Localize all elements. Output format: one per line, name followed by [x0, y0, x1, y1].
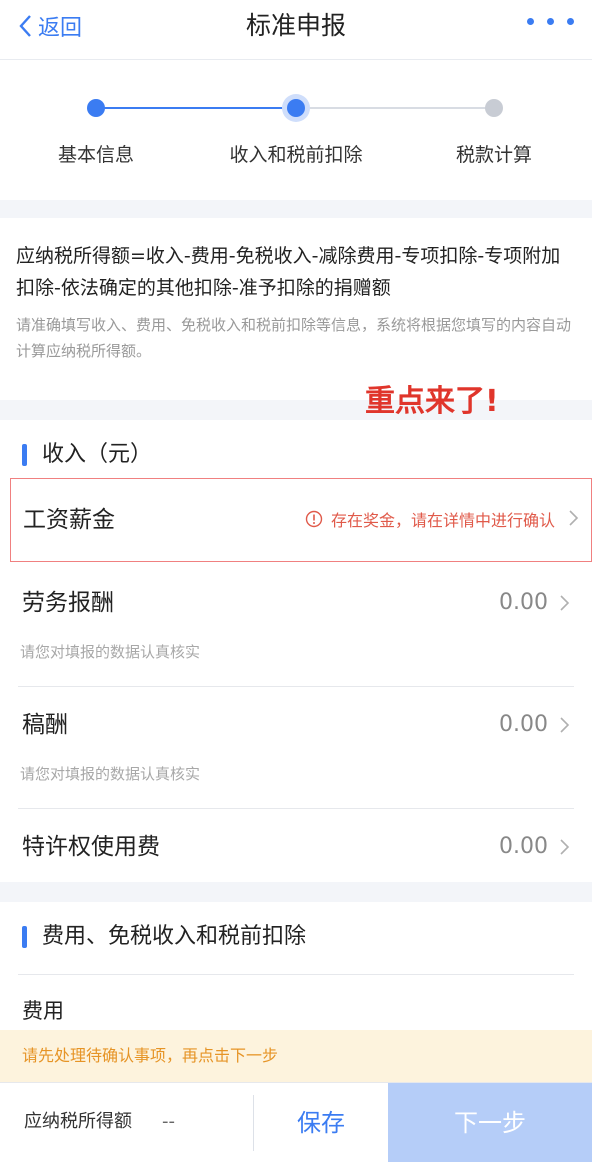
- income-row-labor[interactable]: 劳务报酬 0.00 请您对填报的数据认真核实: [0, 570, 592, 688]
- warning-text: 存在奖金，请在详情中进行确认: [330, 511, 555, 530]
- step-dot-income: [282, 94, 310, 122]
- divider: [18, 686, 574, 687]
- step-label-tax-calc: 税款计算: [455, 144, 533, 166]
- chevron-right-icon: [569, 510, 579, 526]
- pending-notice: 请先处理待确认事项，再点击下一步: [0, 1030, 592, 1082]
- step-dot-basic-info: [87, 99, 105, 117]
- divider: [18, 808, 574, 809]
- deduction-row-expense[interactable]: 费用: [0, 978, 592, 1032]
- bonus-warning: 存在奖金，请在详情中进行确认: [305, 507, 555, 531]
- chevron-right-icon: [560, 595, 570, 611]
- step-label-income: 收入和税前扣除: [229, 144, 363, 166]
- formula-note: 请准确填写收入、费用、免税收入和税前扣除等信息，系统将根据您填写的内容自动计算应…: [16, 316, 572, 360]
- more-menu-icon[interactable]: [527, 18, 574, 25]
- row-title: 特许权使用费: [22, 834, 160, 860]
- save-button[interactable]: 保存: [254, 1083, 388, 1162]
- section-accent-bar: [22, 926, 27, 948]
- progress-stepper: 基本信息 收入和税前扣除 税款计算: [0, 60, 592, 200]
- row-title: 劳务报酬: [22, 590, 114, 616]
- tax-formula: 应纳税所得额=收入-费用-免税收入-减除费用-专项扣除-专项附加扣除-依法确定的…: [16, 245, 561, 299]
- row-value: 0.00: [499, 590, 548, 615]
- row-value: 0.00: [499, 712, 548, 737]
- row-title: 稿酬: [22, 712, 68, 738]
- formula-card: 应纳税所得额=收入-费用-免税收入-减除费用-专项扣除-专项附加扣除-依法确定的…: [0, 218, 592, 400]
- bottom-bar: 应纳税所得额 -- 保存 下一步: [0, 1082, 592, 1162]
- income-row-royalty[interactable]: 稿酬 0.00 请您对填报的数据认真核实: [0, 692, 592, 810]
- section-accent-bar: [22, 444, 27, 466]
- row-title: 费用: [22, 999, 64, 1023]
- chevron-right-icon: [560, 717, 570, 733]
- chevron-right-icon: [560, 839, 570, 855]
- taxable-income-label: 应纳税所得额: [24, 1111, 132, 1132]
- page-title: 标准申报: [245, 11, 346, 40]
- divider: [18, 974, 574, 975]
- step-connector-2: [296, 107, 494, 109]
- income-section-title: 收入（元）: [42, 442, 153, 467]
- row-value: 0.00: [499, 834, 548, 859]
- deduction-section-header: 费用、免税收入和税前扣除: [0, 902, 592, 970]
- row-title: 工资薪金: [23, 507, 115, 533]
- deduction-section: 费用、免税收入和税前扣除 费用: [0, 902, 592, 1032]
- step-label-basic-info: 基本信息: [57, 144, 135, 166]
- deduction-section-title: 费用、免税收入和税前扣除: [42, 924, 307, 949]
- row-hint: 请您对填报的数据认真核实: [20, 765, 201, 783]
- alert-circle-icon: [305, 510, 323, 528]
- step-dot-tax-calc: [485, 99, 503, 117]
- income-row-franchise[interactable]: 特许权使用费 0.00: [0, 812, 592, 882]
- row-hint: 请您对填报的数据认真核实: [20, 643, 201, 661]
- nav-bar: 返回 标准申报: [0, 0, 592, 60]
- taxable-income-value: --: [162, 1111, 175, 1132]
- income-row-wages[interactable]: 工资薪金 存在奖金，请在详情中进行确认: [10, 478, 592, 562]
- next-step-button[interactable]: 下一步: [388, 1083, 592, 1162]
- step-connector-1: [96, 107, 296, 109]
- annotation-text: 重点来了!: [365, 384, 499, 419]
